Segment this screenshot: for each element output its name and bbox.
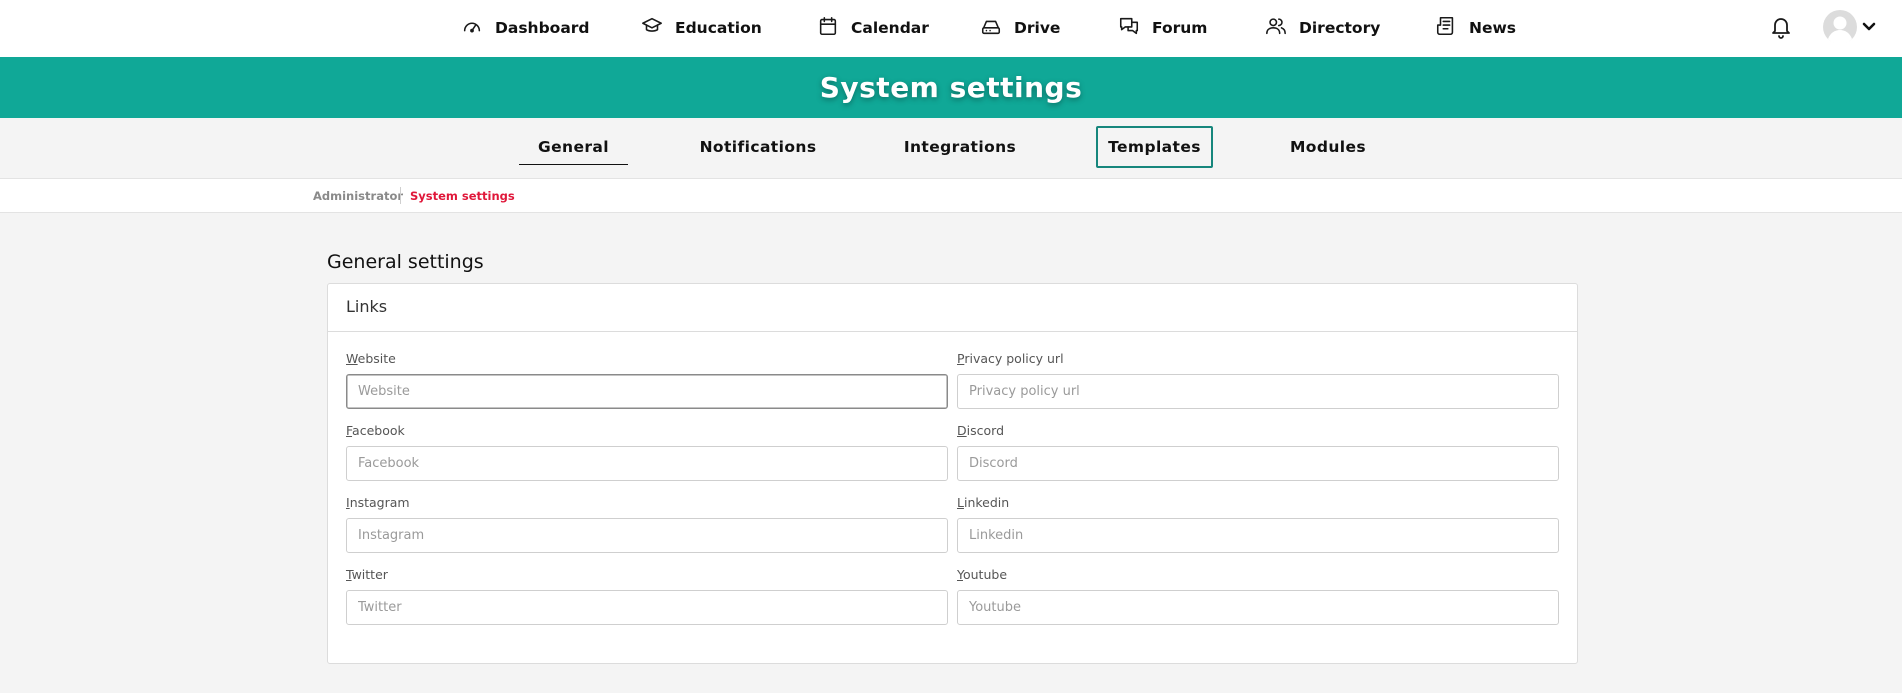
page-banner: System settings (0, 57, 1902, 118)
dashboard-icon (461, 15, 483, 41)
notifications-button[interactable] (1769, 14, 1793, 40)
privacy-policy-url-input[interactable] (957, 374, 1559, 409)
breadcrumb: Administrator System settings (0, 178, 1902, 213)
nav-item-forum[interactable]: Forum (1118, 14, 1207, 42)
label-rest: outube (962, 567, 1008, 582)
nav-item-education[interactable]: Education (641, 14, 762, 42)
label-first-letter: W (346, 351, 358, 366)
label-rest: nstagram (349, 495, 410, 510)
bell-icon (1769, 18, 1793, 44)
drive-icon (980, 15, 1002, 41)
nav-item-dashboard[interactable]: Dashboard (461, 14, 590, 42)
label-first-letter: L (957, 495, 964, 510)
website-label: Website (346, 351, 396, 366)
graduation-cap-icon (641, 15, 663, 41)
tab-general[interactable]: General (519, 126, 628, 168)
discord-label: Discord (957, 423, 1004, 438)
label-first-letter: D (957, 423, 967, 438)
breadcrumb-separator (400, 187, 401, 204)
label-rest: rivacy policy url (964, 351, 1064, 366)
nav-label: Forum (1152, 19, 1208, 37)
nav-label: Calendar (851, 19, 929, 37)
calendar-icon (817, 15, 839, 41)
user-menu[interactable] (1822, 9, 1878, 45)
page-title: System settings (819, 71, 1083, 104)
discord-input[interactable] (957, 446, 1559, 481)
privacy-policy-url-label: Privacy policy url (957, 351, 1064, 366)
nav-label: News (1469, 19, 1517, 37)
breadcrumb-current: System settings (410, 189, 515, 203)
tab-modules[interactable]: Modules (1290, 126, 1366, 168)
label-rest: inkedin (963, 495, 1010, 510)
youtube-input[interactable] (957, 590, 1559, 625)
website-input[interactable] (346, 374, 948, 409)
instagram-input[interactable] (346, 518, 948, 553)
nav-item-drive[interactable]: Drive (980, 14, 1060, 42)
linkedin-input[interactable] (957, 518, 1559, 553)
tab-notifications[interactable]: Notifications (700, 126, 816, 168)
card-title: Links (346, 297, 388, 316)
links-card: Links Website Privacy policy url Faceboo… (327, 283, 1578, 664)
tab-integrations[interactable]: Integrations (904, 126, 1016, 168)
linkedin-label: Linkedin (957, 495, 1009, 510)
avatar-icon (1823, 10, 1857, 45)
facebook-input[interactable] (346, 446, 948, 481)
nav-item-news[interactable]: News (1435, 14, 1516, 42)
forum-icon (1118, 15, 1140, 41)
nav-label: Education (675, 19, 762, 37)
nav-label: Directory (1299, 19, 1381, 37)
nav-label: Dashboard (495, 19, 590, 37)
facebook-label: Facebook (346, 423, 405, 438)
news-icon (1435, 15, 1457, 41)
tab-templates[interactable]: Templates (1096, 126, 1213, 168)
twitter-input[interactable] (346, 590, 948, 625)
label-rest: witter (351, 567, 388, 582)
users-icon (1265, 15, 1287, 41)
nav-item-calendar[interactable]: Calendar (817, 14, 929, 42)
youtube-label: Youtube (957, 567, 1007, 582)
top-navigation: Dashboard Education Calendar Drive Forum… (0, 0, 1902, 57)
nav-item-directory[interactable]: Directory (1265, 14, 1380, 42)
section-title: General settings (327, 251, 484, 273)
label-rest: acebook (352, 423, 405, 438)
breadcrumb-administrator[interactable]: Administrator (313, 189, 403, 203)
label-rest: ebsite (357, 351, 396, 366)
card-header: Links (328, 284, 1577, 332)
chevron-down-icon (1862, 22, 1876, 31)
twitter-label: Twitter (346, 567, 388, 582)
nav-label: Drive (1014, 19, 1061, 37)
label-rest: iscord (966, 423, 1005, 438)
settings-tabs: General Notifications Integrations Templ… (0, 118, 1902, 178)
instagram-label: Instagram (346, 495, 410, 510)
